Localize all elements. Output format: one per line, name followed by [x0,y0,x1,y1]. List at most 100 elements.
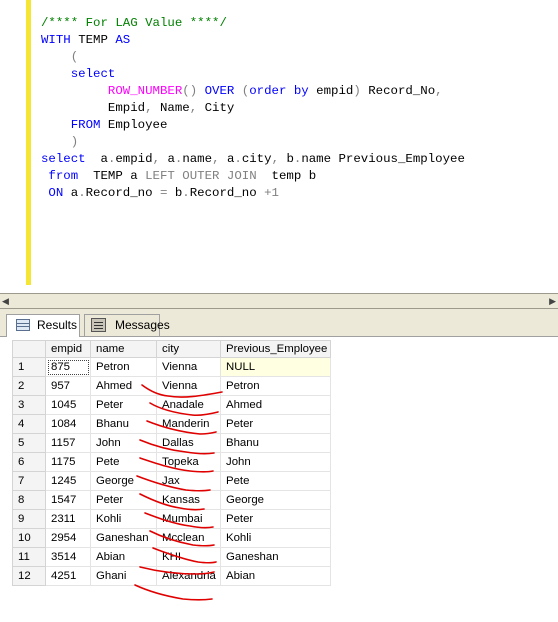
cell-name[interactable]: Ganeshan [90,528,157,548]
row-number[interactable]: 2 [12,376,46,396]
cell-name[interactable]: Abian [90,547,157,567]
cell-previous-employee[interactable]: Ahmed [220,395,331,415]
cell-name[interactable]: Bhanu [90,414,157,434]
cell-city[interactable]: Vienna [156,376,221,396]
cell-name[interactable]: Pete [90,452,157,472]
code-token: a [100,152,108,166]
row-number[interactable]: 12 [12,566,46,586]
table-row[interactable]: 6 1175 Pete Topeka John [12,452,331,472]
table-row[interactable]: 7 1245 George Jax Pete [12,471,331,491]
cell-city[interactable]: Dallas [156,433,221,453]
pane-splitter[interactable]: ◀ ▶ [0,293,558,309]
table-row[interactable]: 11 3514 Abian KHI Ganeshan [12,547,331,567]
cell-name[interactable]: Peter [90,490,157,510]
row-number[interactable]: 10 [12,528,46,548]
cell-name[interactable]: Ahmed [90,376,157,396]
row-number[interactable]: 9 [12,509,46,529]
cell-name[interactable]: George [90,471,157,491]
table-row[interactable]: 9 2311 Kohli Mumbai Peter [12,509,331,529]
code-token: TEMP a [93,169,146,183]
cell-empid[interactable]: 1084 [45,414,91,434]
table-row[interactable]: 8 1547 Peter Kansas George [12,490,331,510]
column-header[interactable]: Previous_Employee [220,340,331,358]
sql-code[interactable]: /**** For LAG Value ****/ WITH TEMP AS (… [41,15,465,202]
cell-previous-employee[interactable]: Ganeshan [220,547,331,567]
code-token: select [41,67,116,81]
cell-city[interactable]: Kansas [156,490,221,510]
table-row[interactable]: 1 875 Petron Vienna NULL [12,357,331,377]
cell-previous-employee[interactable]: Kohli [220,528,331,548]
cell-previous-employee[interactable]: Petron [220,376,331,396]
tab-results[interactable]: Results [6,314,80,337]
code-token: Empid [41,101,146,115]
row-number[interactable]: 8 [12,490,46,510]
cell-empid[interactable]: 875 [45,357,91,377]
code-token: TEMP [78,33,116,47]
code-token: ON [41,186,71,200]
tab-messages[interactable]: Messages [84,314,170,336]
code-token: WITH [41,33,79,47]
cell-empid[interactable]: 2954 [45,528,91,548]
cell-empid[interactable]: 1175 [45,452,91,472]
table-row[interactable]: 4 1084 Bhanu Manderin Peter [12,414,331,434]
scroll-right-icon[interactable]: ▶ [549,296,556,307]
cell-city[interactable]: Jax [156,471,221,491]
cell-name[interactable]: John [90,433,157,453]
table-row[interactable]: 5 1157 John Dallas Bhanu [12,433,331,453]
query-editor[interactable]: /**** For LAG Value ****/ WITH TEMP AS (… [0,0,558,293]
row-number[interactable]: 7 [12,471,46,491]
cell-empid[interactable]: 1547 [45,490,91,510]
cell-city[interactable]: Vienna [156,357,221,377]
code-token: /**** For LAG Value ****/ [41,16,227,30]
cell-previous-employee[interactable]: Pete [220,471,331,491]
cell-name[interactable]: Petron [90,357,157,377]
code-token: order by [249,84,317,98]
cell-empid[interactable]: 1245 [45,471,91,491]
row-number-header[interactable] [12,340,46,358]
cell-previous-employee[interactable]: Peter [220,414,331,434]
row-number[interactable]: 11 [12,547,46,567]
column-header[interactable]: city [156,340,221,358]
cell-previous-employee[interactable]: Abian [220,566,331,586]
cell-empid[interactable]: 957 [45,376,91,396]
messages-icon [91,318,106,332]
cell-previous-employee[interactable]: John [220,452,331,472]
cell-city[interactable]: Topeka [156,452,221,472]
table-row[interactable]: 2 957 Ahmed Vienna Petron [12,376,331,396]
cell-empid[interactable]: 1157 [45,433,91,453]
cell-previous-employee[interactable]: Peter [220,509,331,529]
cell-city[interactable]: Manderin [156,414,221,434]
cell-city[interactable]: KHI [156,547,221,567]
code-token: . [182,186,190,200]
column-header[interactable]: empid [45,340,91,358]
cell-city[interactable]: Alexandria [156,566,221,586]
row-number[interactable]: 1 [12,357,46,377]
table-row[interactable]: 12 4251 Ghani Alexandria Abian [12,566,331,586]
scroll-left-icon[interactable]: ◀ [2,296,9,307]
tab-messages-label: Messages [115,318,170,332]
cell-name[interactable]: Kohli [90,509,157,529]
column-header[interactable]: name [90,340,157,358]
code-token: , [435,84,443,98]
cell-city[interactable]: Mcclean [156,528,221,548]
table-row[interactable]: 10 2954 Ganeshan Mcclean Kohli [12,528,331,548]
cell-name[interactable]: Ghani [90,566,157,586]
code-token: Employee [107,118,168,132]
code-token: Name [159,101,190,115]
row-number[interactable]: 6 [12,452,46,472]
cell-empid[interactable]: 2311 [45,509,91,529]
row-number[interactable]: 5 [12,433,46,453]
cell-empid[interactable]: 3514 [45,547,91,567]
table-row[interactable]: 3 1045 Peter Anadale Ahmed [12,395,331,415]
row-number[interactable]: 3 [12,395,46,415]
cell-previous-employee[interactable]: NULL [220,357,331,377]
cell-name[interactable]: Peter [90,395,157,415]
cell-empid[interactable]: 1045 [45,395,91,415]
cell-city[interactable]: Anadale [156,395,221,415]
cell-empid[interactable]: 4251 [45,566,91,586]
results-grid[interactable]: empid name city Previous_Employee 1 875 Pe… [12,340,331,586]
row-number[interactable]: 4 [12,414,46,434]
cell-city[interactable]: Mumbai [156,509,221,529]
cell-previous-employee[interactable]: Bhanu [220,433,331,453]
cell-previous-employee[interactable]: George [220,490,331,510]
